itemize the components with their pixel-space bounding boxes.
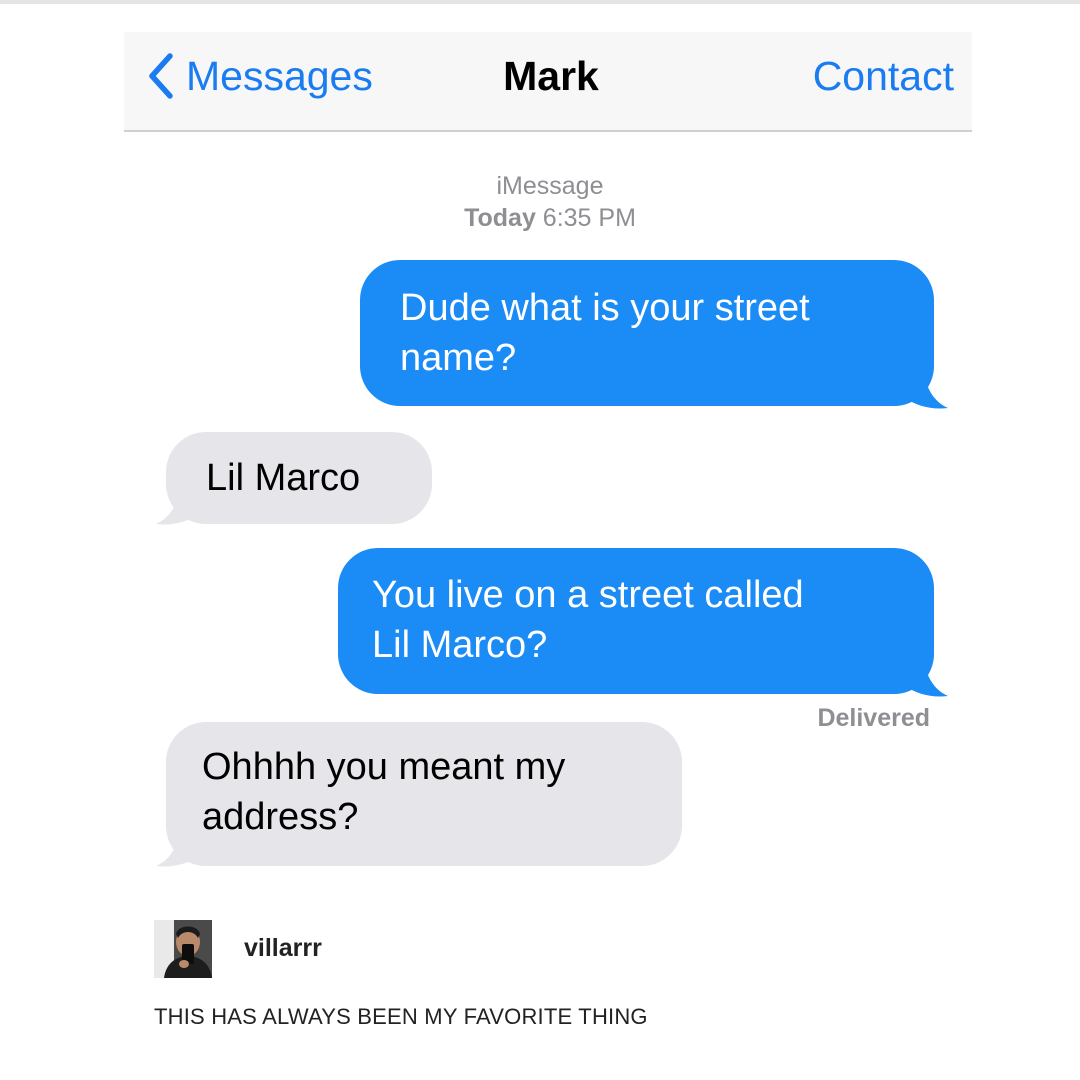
message-line: Ohhhh you meant my [202, 746, 566, 788]
message-line: Lil Marco? [372, 624, 548, 666]
sent-bubble-tail [904, 372, 948, 409]
message-line: Lil Marco [206, 457, 361, 499]
navigation-bar: Messages Mark Contact [124, 32, 972, 132]
user-photo-icon [154, 920, 212, 978]
message-line: name? [400, 337, 517, 379]
sent-bubble-tail [904, 660, 948, 697]
imessage-screenshot: Messages Mark Contact iMessage Today 6:3… [124, 32, 972, 877]
service-label: iMessage [496, 172, 604, 200]
message-line: You live on a street called [372, 574, 804, 616]
avatar[interactable] [154, 920, 212, 978]
sent-message-bubble[interactable]: Dude what is your street name? [360, 260, 934, 406]
received-bubble-tail [156, 830, 200, 867]
received-message-bubble[interactable]: Ohhhh you meant my address? [166, 722, 682, 866]
delivered-status: Delivered [817, 704, 930, 732]
post-caption: THIS HAS ALWAYS BEEN MY FAVORITE THING [154, 1004, 648, 1029]
message-line: Dude what is your street [400, 287, 810, 329]
timestamp-day: Today [464, 204, 536, 232]
sent-message-bubble[interactable]: You live on a street called Lil Marco? [338, 548, 934, 694]
post-footer: villarrr THIS HAS ALWAYS BEEN MY FAVORIT… [154, 920, 954, 1050]
timestamp-time: 6:35 PM [542, 204, 636, 232]
image-top-border [0, 0, 1080, 4]
username[interactable]: villarrr [244, 934, 322, 963]
received-message-bubble[interactable]: Lil Marco [166, 432, 432, 524]
contact-button[interactable]: Contact [813, 48, 954, 104]
thread-timestamp: iMessage Today 6:35 PM [124, 170, 976, 234]
message-line: address? [202, 796, 359, 838]
received-bubble-tail [156, 488, 200, 525]
